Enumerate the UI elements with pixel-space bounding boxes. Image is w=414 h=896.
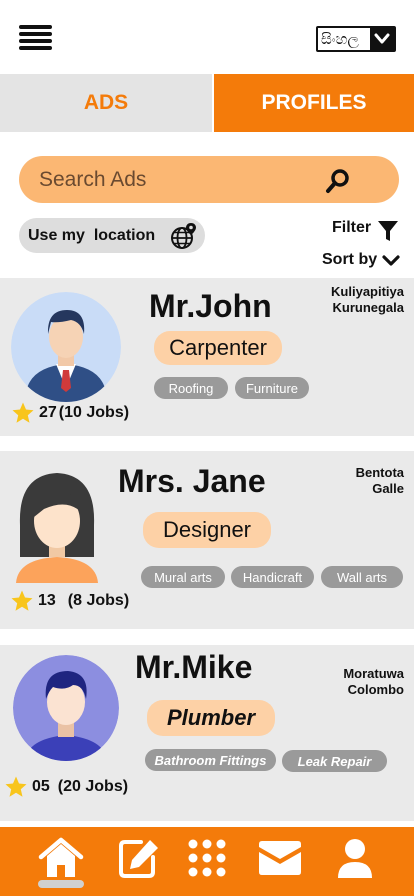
profile-location: Bentota Galle	[356, 465, 404, 497]
jobs-count: (20 Jobs)	[57, 778, 129, 795]
star-icon	[5, 776, 27, 797]
skill-tag[interactable]: Handicraft	[231, 566, 314, 588]
language-selector[interactable]: සිංහල	[316, 26, 396, 52]
tab-ads[interactable]: ADS	[0, 74, 212, 132]
skill-tag[interactable]: Bathroom Fittings	[145, 749, 276, 771]
profile-location: Moratuwa Colombo	[343, 666, 404, 698]
location-district: Kurunegala	[332, 300, 404, 315]
profile-card[interactable]: Mr.John Kuliyapitiya Kurunegala Carpente…	[0, 278, 414, 436]
jobs-count: (8 Jobs)	[67, 592, 130, 609]
sort-button[interactable]: Sort by	[322, 249, 406, 271]
top-bar: සිංහල	[0, 0, 414, 74]
filter-label: Filter	[332, 219, 372, 236]
avatar	[11, 292, 121, 402]
profile-card[interactable]: Mr.Mike Moratuwa Colombo Plumber Bathroo…	[0, 645, 414, 821]
bottom-nav	[0, 827, 414, 896]
role-badge: Carpenter	[154, 331, 282, 365]
search-icon[interactable]	[325, 168, 351, 194]
rating: 13 (8 Jobs)	[10, 589, 129, 613]
skill-tag[interactable]: Leak Repair	[282, 750, 387, 772]
mail-icon[interactable]	[255, 837, 305, 879]
use-location-button[interactable]: Use my location	[19, 218, 205, 253]
globe-location-icon	[171, 223, 196, 249]
location-city: Kuliyapitiya	[331, 284, 404, 299]
home-icon[interactable]	[36, 837, 86, 879]
search-bar	[19, 156, 399, 203]
language-label: සිංහල	[321, 30, 359, 48]
use-location-label: Use my location	[28, 226, 156, 244]
skill-tag[interactable]: Wall arts	[321, 566, 403, 588]
chevron-down-icon	[370, 28, 394, 50]
star-icon	[12, 402, 34, 423]
filter-button[interactable]: Filter	[332, 214, 404, 242]
profile-name: Mrs. Jane	[118, 463, 266, 499]
hamburger-menu-icon[interactable]	[19, 25, 52, 51]
profile-name: Mr.Mike	[135, 649, 253, 685]
tab-profiles[interactable]: PROFILES	[214, 74, 414, 132]
grid-icon[interactable]	[186, 837, 228, 879]
user-icon[interactable]	[334, 837, 376, 879]
rating-value: 27	[39, 404, 57, 421]
location-city: Bentota	[355, 465, 404, 480]
jobs-count: (10 Jobs)	[58, 404, 130, 421]
profile-location: Kuliyapitiya Kurunegala	[331, 284, 404, 316]
location-district: Colombo	[347, 682, 404, 697]
skill-tag[interactable]: Roofing	[154, 377, 228, 399]
tab-bar: ADS PROFILES	[0, 74, 414, 132]
rating-value: 13	[38, 592, 56, 609]
profile-name: Mr.John	[149, 288, 272, 324]
avatar	[14, 465, 100, 583]
role-badge: Designer	[143, 512, 271, 548]
rating-value: 05	[32, 778, 50, 795]
filter-funnel-icon	[378, 221, 399, 241]
skill-tag[interactable]: Mural arts	[141, 566, 225, 588]
avatar	[13, 655, 119, 761]
rating: 27 (10 Jobs)	[11, 401, 129, 425]
active-nav-indicator	[38, 880, 84, 888]
sort-label: Sort by	[322, 251, 378, 268]
location-district: Galle	[372, 481, 404, 496]
skill-tag[interactable]: Furniture	[235, 377, 309, 399]
chevron-down-icon	[382, 255, 400, 266]
profile-card[interactable]: Mrs. Jane Bentota Galle Designer Mural a…	[0, 451, 414, 629]
location-city: Moratuwa	[343, 666, 404, 681]
role-badge: Plumber	[147, 700, 275, 736]
rating: 05 (20 Jobs)	[4, 775, 128, 799]
edit-icon[interactable]	[116, 837, 162, 879]
star-icon	[11, 590, 33, 611]
